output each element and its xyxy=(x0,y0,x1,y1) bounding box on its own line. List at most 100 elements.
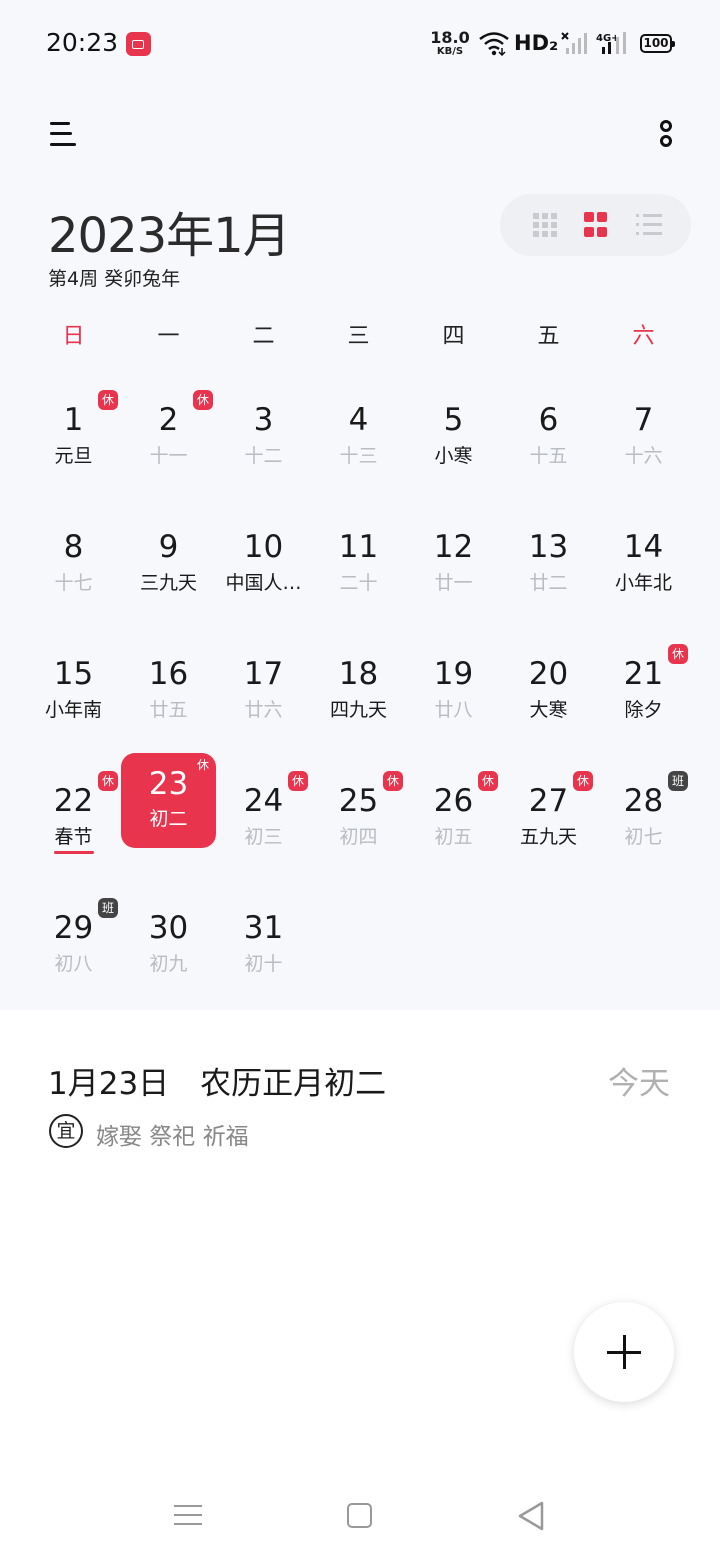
network-speed-unit: KB/S xyxy=(436,46,464,57)
lunar-label: 小年南 xyxy=(44,699,102,721)
weekday-thu: 四 xyxy=(442,324,465,349)
lunar-label: 廿八 xyxy=(434,699,473,721)
yi-icon: 宜 xyxy=(49,1114,83,1148)
day-cell[interactable]: 27 五九天休 xyxy=(501,753,596,880)
menu-icon[interactable] xyxy=(50,121,76,147)
lunar-label: 初八 xyxy=(54,953,93,975)
year-view-icon[interactable] xyxy=(532,212,558,238)
list-view-icon[interactable] xyxy=(636,212,662,238)
day-cell[interactable]: 3 十二 xyxy=(216,372,311,499)
day-cell[interactable]: 18 四九天 xyxy=(311,626,406,753)
view-mode-switch xyxy=(500,194,691,256)
day-number: 14 xyxy=(623,529,664,565)
workday-badge: 班 xyxy=(98,898,118,918)
lunar-label: 小年北 xyxy=(614,572,672,594)
month-title[interactable]: 2023年1月 xyxy=(48,196,291,266)
today-button[interactable]: 今天 xyxy=(608,1058,670,1103)
lunar-label: 十六 xyxy=(624,445,663,467)
lunar-label: 初三 xyxy=(244,826,283,848)
selected-date-title: 1月23日 农历正月初二 xyxy=(48,1066,387,1102)
lunar-label: 十三 xyxy=(339,445,378,467)
status-time: 20:23 xyxy=(46,28,119,57)
day-cell[interactable]: 25 初四休 xyxy=(311,753,406,880)
day-number: 5 xyxy=(443,402,464,438)
recent-apps-button[interactable] xyxy=(174,1503,202,1527)
day-number: 31 xyxy=(243,910,284,946)
day-cell[interactable]: 21 除夕休 xyxy=(596,626,691,753)
lunar-label: 中国人… xyxy=(225,572,302,594)
holiday-badge: 休 xyxy=(288,771,308,791)
lunar-label: 十一 xyxy=(149,445,188,467)
day-cell[interactable]: 28 初七班 xyxy=(596,753,691,880)
month-view-icon[interactable] xyxy=(584,212,610,238)
day-cell[interactable]: 13 廿二 xyxy=(501,499,596,626)
day-cell[interactable]: 9 三九天 xyxy=(121,499,216,626)
day-number: 13 xyxy=(528,529,569,565)
day-cell[interactable]: 7 十六 xyxy=(596,372,691,499)
day-cell[interactable]: 29 初八班 xyxy=(26,880,121,1007)
lunar-label: 四九天 xyxy=(329,699,387,721)
holiday-badge: 休 xyxy=(193,390,213,410)
lunar-label: 除夕 xyxy=(624,699,663,721)
day-cell[interactable]: 12 廿一 xyxy=(406,499,501,626)
more-options-icon[interactable] xyxy=(656,118,676,152)
day-cell[interactable]: 16 廿五 xyxy=(121,626,216,753)
weekday-mon: 一 xyxy=(157,324,180,349)
lunar-label: 十五 xyxy=(529,445,568,467)
signal-4g-icon: 4G+ xyxy=(596,32,626,54)
lunar-label: 初四 xyxy=(339,826,378,848)
day-cell[interactable]: 31 初十 xyxy=(216,880,311,1007)
back-button[interactable] xyxy=(516,1500,546,1532)
day-cell[interactable]: 19 廿八 xyxy=(406,626,501,753)
day-number: 10 xyxy=(243,529,284,565)
festival-underline xyxy=(54,851,94,854)
day-cell[interactable]: 15 小年南 xyxy=(26,626,121,753)
day-number: 15 xyxy=(53,656,94,692)
day-cell[interactable]: 2 十一休 xyxy=(121,372,216,499)
lunar-label: 十七 xyxy=(54,572,93,594)
add-event-button[interactable] xyxy=(574,1302,674,1402)
day-cell[interactable]: 24 初三休 xyxy=(216,753,311,880)
lunar-label: 二十 xyxy=(339,572,378,594)
day-cell[interactable]: 10 中国人… xyxy=(216,499,311,626)
day-cell[interactable]: 1 元旦休 xyxy=(26,372,121,499)
calendar-grid: 1 元旦休 2 十一休 3 十二 4 十三 5 小寒 6 十五 7 十六 8 十七 9 三九天 10 中国人… 11 二十… xyxy=(26,372,694,1007)
holiday-badge: 休 xyxy=(668,644,688,664)
lunar-label: 春节 xyxy=(54,826,93,848)
weekday-wed: 三 xyxy=(347,324,370,349)
lunar-label: 三九天 xyxy=(139,572,197,594)
week-info: 第4周 癸卯兔年 xyxy=(48,268,181,290)
day-number: 4 xyxy=(348,402,369,438)
day-number: 6 xyxy=(538,402,559,438)
day-cell[interactable]: 17 廿六 xyxy=(216,626,311,753)
lunar-label: 廿六 xyxy=(244,699,283,721)
holiday-badge: 休 xyxy=(98,771,118,791)
lunar-label: 大寒 xyxy=(529,699,568,721)
day-cell[interactable]: 20 大寒 xyxy=(501,626,596,753)
screen-record-icon xyxy=(126,32,151,56)
day-cell[interactable]: 26 初五休 xyxy=(406,753,501,880)
day-cell[interactable]: 23 初二休 xyxy=(121,753,216,880)
weekday-fri: 五 xyxy=(537,324,560,349)
day-cell[interactable]: 6 十五 xyxy=(501,372,596,499)
day-cell[interactable]: 22 春节休 xyxy=(26,753,121,880)
weekday-sun: 日 xyxy=(62,324,85,349)
day-cell[interactable]: 30 初九 xyxy=(121,880,216,1007)
status-bar: 20:23 18.0 KB/S HD₂ 4G+ 100 xyxy=(0,0,720,88)
network-speed: 18.0 KB/S xyxy=(430,30,470,57)
day-number: 7 xyxy=(633,402,654,438)
lunar-label: 五九天 xyxy=(519,826,577,848)
weekday-sat: 六 xyxy=(632,324,655,349)
signal-no-service-icon xyxy=(561,32,587,54)
day-cell[interactable]: 5 小寒 xyxy=(406,372,501,499)
day-cell[interactable]: 14 小年北 xyxy=(596,499,691,626)
weekday-header: 日 一 二 三 四 五 六 xyxy=(26,318,694,350)
day-cell[interactable]: 8 十七 xyxy=(26,499,121,626)
day-number: 12 xyxy=(433,529,474,565)
holiday-badge: 休 xyxy=(98,390,118,410)
home-button[interactable] xyxy=(347,1503,372,1528)
day-cell[interactable]: 11 二十 xyxy=(311,499,406,626)
lunar-label: 廿一 xyxy=(434,572,473,594)
day-cell[interactable]: 4 十三 xyxy=(311,372,406,499)
workday-badge: 班 xyxy=(668,771,688,791)
